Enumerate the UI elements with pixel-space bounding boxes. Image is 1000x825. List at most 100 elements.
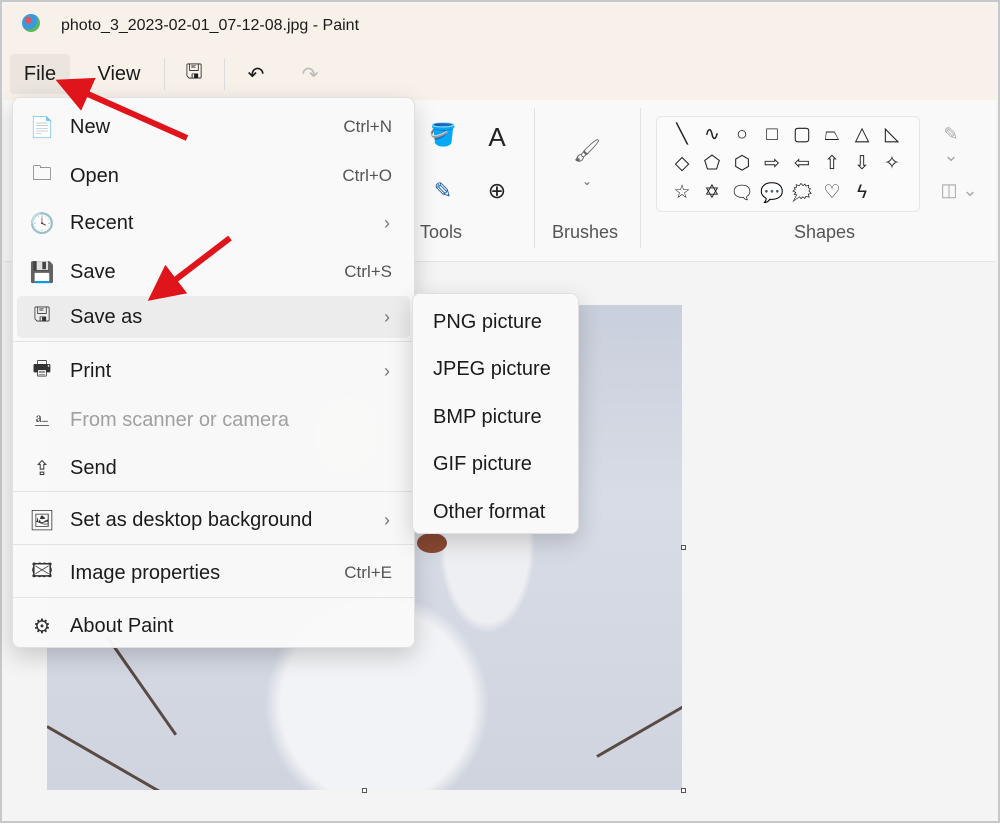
menu-item-shortcut: Ctrl+E <box>344 563 392 582</box>
shape-tool-0[interactable]: ╲ <box>676 123 687 146</box>
shape-tool-9[interactable]: ⬠ <box>704 152 721 175</box>
file-menu-item-set-as-desktop-background[interactable]: 🖼 Set as desktop background › <box>17 499 410 541</box>
menu-item-label: New <box>70 115 111 138</box>
menu-item-icon: 🗀 <box>32 163 52 185</box>
menu-divider <box>13 544 414 545</box>
shape-tool-21[interactable]: ♡ <box>823 181 840 204</box>
save-as-gif-picture[interactable]: GIF picture <box>417 445 574 485</box>
file-menu-item-open[interactable]: 🗀 Open Ctrl+O <box>17 155 410 197</box>
menu-item-label: Open <box>70 164 119 187</box>
shape-tool-3[interactable]: □ <box>766 124 777 146</box>
shape-tool-13[interactable]: ⇧ <box>824 152 840 175</box>
shape-tool-16[interactable]: ☆ <box>673 181 690 204</box>
menu-item-icon: ⎁ <box>34 408 50 431</box>
file-menu-item-save[interactable]: 💾 Save Ctrl+S <box>17 251 410 293</box>
shape-tool-20[interactable]: 🗯 <box>790 181 814 205</box>
save-as-other-format[interactable]: Other format <box>417 492 574 532</box>
shapes-group-label: Shapes <box>794 222 856 242</box>
menu-item-shortcut: Ctrl+O <box>342 166 392 185</box>
file-menu-item-send[interactable]: ⇪ Send <box>17 447 410 489</box>
view-menu-button[interactable]: View <box>86 54 152 94</box>
save-icon[interactable]: 🖫 <box>176 54 212 94</box>
menu-item-icon: 🖾 <box>31 560 53 582</box>
resize-handle[interactable] <box>681 788 686 793</box>
shape-tool-12[interactable]: ⇦ <box>794 152 810 175</box>
twig <box>596 695 682 758</box>
menu-item-shortcut: Ctrl+S <box>344 262 392 281</box>
window-title: photo_3_2023-02-01_07-12-08.jpg - Paint <box>61 17 360 34</box>
save-as-png-picture[interactable]: PNG picture <box>417 302 574 342</box>
snowman-nose <box>417 533 447 553</box>
text-tool-icon[interactable]: A <box>482 122 512 153</box>
file-menu-item-print[interactable]: 🖶 Print › <box>17 350 410 392</box>
file-menu-button[interactable]: File <box>10 54 70 94</box>
resize-handle[interactable] <box>681 545 686 550</box>
menu-item-icon: 🕓 <box>29 212 55 235</box>
file-menu-item-save-as[interactable]: 🖫 Save as › <box>17 296 410 338</box>
shape-tool-4[interactable]: ▢ <box>793 123 811 146</box>
undo-icon[interactable]: ↶ <box>238 54 274 94</box>
save-as-submenu: PNG picture JPEG picture BMP picture GIF pi… <box>412 293 579 534</box>
menu-bar: File View 🖫 ↶ ↷ <box>4 50 996 100</box>
outline-icon[interactable]: ✎ ⌄ <box>936 124 966 166</box>
shapes-gallery: ╲ ∿ ○ □ ▢ ⏢ △ ◺ ◇ ⬠ ⬡ ⇨ ⇦ ⇧ ⇩ ✧ ☆ ✡ 🗨 💬 🗯 ♡ ϟ <box>656 116 920 212</box>
tools-group-label: Tools <box>420 222 463 242</box>
shape-tool-22[interactable]: ϟ <box>857 182 867 204</box>
menu-item-label: Image properties <box>70 561 221 584</box>
save-as-bmp-picture[interactable]: BMP picture <box>417 397 574 437</box>
redo-icon[interactable]: ↷ <box>292 54 328 94</box>
shape-tool-11[interactable]: ⇨ <box>764 152 780 175</box>
color-picker-icon[interactable]: ✎ <box>428 178 458 204</box>
shape-tool-1[interactable]: ∿ <box>704 123 720 146</box>
chevron-right-icon: › <box>384 306 390 327</box>
file-menu-item-new[interactable]: 📄 New Ctrl+N <box>17 106 410 148</box>
title-bar: photo_3_2023-02-01_07-12-08.jpg - Paint <box>4 4 996 50</box>
menu-item-icon: ⚙ <box>33 615 51 638</box>
menu-item-label: Save <box>70 260 116 283</box>
menu-item-label: From scanner or camera <box>70 408 289 431</box>
brush-icon[interactable]: 🖌 <box>572 138 602 164</box>
shape-tool-5[interactable]: ⏢ <box>824 124 839 146</box>
resize-handle[interactable] <box>362 788 367 793</box>
divider <box>224 58 225 90</box>
menu-divider <box>13 341 414 342</box>
divider <box>164 58 165 90</box>
shape-tool-10[interactable]: ⬡ <box>734 152 751 175</box>
shape-tool-2[interactable]: ○ <box>736 124 747 146</box>
file-menu-item-recent[interactable]: 🕓 Recent › <box>17 202 410 244</box>
shape-fill-icon[interactable]: ◫ ⌄ <box>936 180 982 201</box>
chevron-right-icon: › <box>384 212 390 233</box>
twig <box>105 635 178 736</box>
shape-tool-17[interactable]: ✡ <box>704 181 720 204</box>
menu-divider <box>13 491 414 492</box>
shape-tool-15[interactable]: ✧ <box>884 152 900 175</box>
menu-item-label: Send <box>70 456 117 479</box>
file-menu-item-about-paint[interactable]: ⚙ About Paint <box>17 605 410 647</box>
brushes-dropdown-chevron-icon[interactable]: ⌄ <box>572 174 602 188</box>
menu-item-icon: 🖶 <box>32 358 52 380</box>
menu-item-icon: 📄 <box>29 116 55 139</box>
chevron-right-icon: › <box>384 360 390 381</box>
save-as-jpeg-picture[interactable]: JPEG picture <box>417 350 574 390</box>
shape-tool-19[interactable]: 💬 <box>760 181 784 205</box>
paint-app-icon <box>22 14 40 32</box>
menu-item-label: Print <box>70 359 112 382</box>
shape-tool-7[interactable]: ◺ <box>885 123 900 146</box>
menu-divider <box>13 597 414 598</box>
file-menu-item-image-properties[interactable]: 🖾 Image properties Ctrl+E <box>17 552 410 594</box>
menu-item-label: Set as desktop background <box>70 508 313 531</box>
shape-tool-18[interactable]: 🗨 <box>730 181 754 205</box>
shape-tool-8[interactable]: ◇ <box>675 152 690 175</box>
divider <box>640 108 641 248</box>
chevron-right-icon: › <box>384 509 390 530</box>
file-menu: 📄 New Ctrl+N 🗀 Open Ctrl+O 🕓 Recent › 💾 Save Ctrl+S… <box>12 97 415 648</box>
fill-bucket-icon[interactable]: 🪣 <box>428 122 458 148</box>
shape-tool-14[interactable]: ⇩ <box>854 152 870 175</box>
shape-tool-6[interactable]: △ <box>855 123 870 146</box>
brushes-group-label: Brushes <box>552 222 619 242</box>
menu-item-label: Save as <box>70 305 143 328</box>
magnifier-icon[interactable]: ⊕ <box>482 178 512 204</box>
menu-item-icon: 💾 <box>29 261 55 284</box>
menu-item-icon: ⇪ <box>33 457 51 480</box>
file-menu-item-from-scanner-or-camera: ⎁ From scanner or camera <box>17 399 410 441</box>
